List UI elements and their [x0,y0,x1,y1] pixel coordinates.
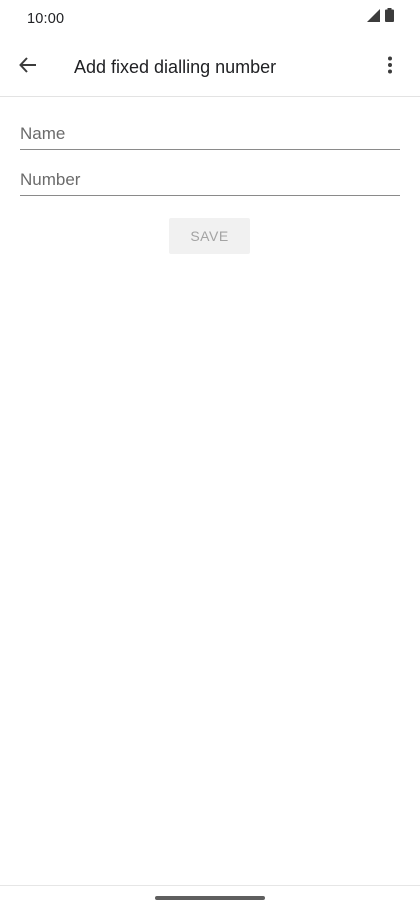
page-title: Add fixed dialling number [74,57,277,77]
more-vert-icon [387,56,393,79]
name-field [20,120,400,150]
battery-icon [385,8,394,27]
home-gesture-handle[interactable] [155,896,265,900]
screen: 10:00 Add fixed dialling number Name Num… [0,0,420,910]
app-bar: Add fixed dialling number [0,38,420,97]
more-options-button[interactable] [374,51,406,83]
back-button[interactable] [12,51,44,83]
status-bar: 10:00 [0,0,420,38]
number-input[interactable] [20,166,400,194]
navigation-bar [0,885,420,910]
status-icons [367,8,394,27]
name-input[interactable] [20,120,400,148]
signal-icon [367,9,380,27]
save-button[interactable]: SAVE [169,218,250,254]
status-time: 10:00 [27,11,65,27]
number-field [20,166,400,196]
arrow-back-icon [18,55,38,80]
